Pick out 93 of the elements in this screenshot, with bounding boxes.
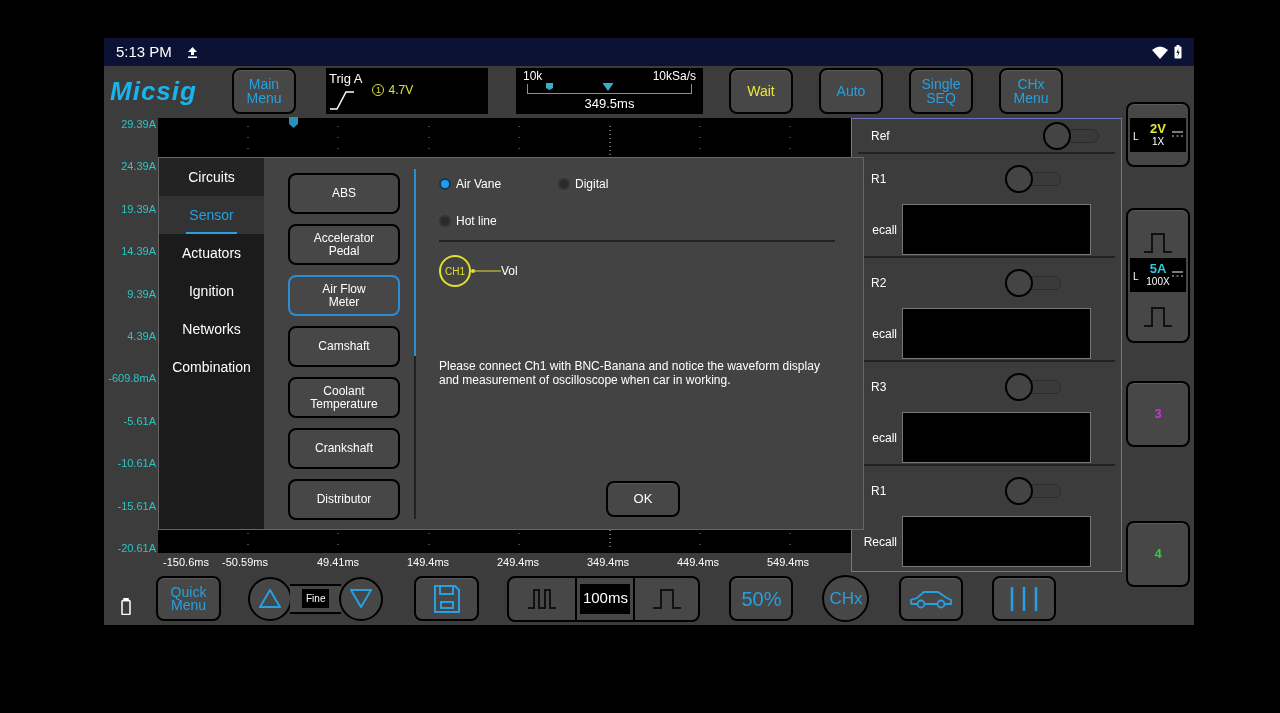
sample-rate: 10kSa/s xyxy=(652,69,696,83)
y-axis-label: 4.39A xyxy=(127,329,156,342)
slot-toggle[interactable] xyxy=(1005,269,1063,297)
category-item[interactable]: Networks xyxy=(159,310,264,348)
x-axis-label: -50.59ms xyxy=(221,555,269,571)
coupling-label: L xyxy=(1133,270,1139,284)
sensor-button[interactable]: Accelerator Pedal xyxy=(288,224,400,265)
y-axis-label: 24.39A xyxy=(121,160,156,173)
x-axis-label: -150.6ms xyxy=(162,555,210,571)
vehicle-button[interactable] xyxy=(899,576,964,621)
reference-slot-label: R1 xyxy=(871,483,888,500)
sensor-button[interactable]: Distributor xyxy=(288,479,400,520)
down-triangle-icon xyxy=(350,589,373,608)
recall-label: ecall xyxy=(872,429,897,447)
x-axis-label: 49.41ms xyxy=(315,555,361,571)
clock: 5:13 PM xyxy=(116,41,172,62)
category-item[interactable]: Circuits xyxy=(159,158,264,196)
category-item[interactable]: Combination xyxy=(159,348,264,386)
x-axis-label: 249.4ms xyxy=(495,555,541,571)
mode-radio[interactable]: Air Vane xyxy=(439,175,558,193)
time-per-division: 100ms xyxy=(580,583,631,614)
y-axis-label: 14.39A xyxy=(121,245,156,258)
probe-ratio: 100X xyxy=(1146,276,1170,288)
category-item[interactable]: Actuators xyxy=(159,234,264,272)
sensor-button[interactable]: ABS xyxy=(288,173,400,214)
trigger-marker-icon xyxy=(546,83,553,90)
y-axis-label: -20.61A xyxy=(117,541,156,554)
x-axis-label: 549.4ms xyxy=(765,555,811,571)
reference-slot-label: R2 xyxy=(871,275,888,292)
recall-label: Recall xyxy=(863,533,897,551)
y-axis-label: 29.39A xyxy=(121,118,156,130)
y-axis-label: -609.8mA xyxy=(108,372,156,385)
recall-label: ecall xyxy=(872,221,897,239)
channel-scale: 5A xyxy=(1149,262,1167,276)
toolbar-button[interactable]: Wait xyxy=(729,68,793,114)
y-axis-label: -5.61A xyxy=(123,414,156,427)
x-axis-label: 449.4ms xyxy=(675,555,721,571)
category-item[interactable]: Ignition xyxy=(159,272,264,310)
save-button[interactable] xyxy=(414,576,480,621)
y-axis-label: -10.61A xyxy=(117,457,156,470)
slot-toggle[interactable] xyxy=(1005,373,1063,401)
logo: Micsig xyxy=(110,74,197,108)
pulse-icon xyxy=(651,587,682,610)
dc-coupling-icon xyxy=(1172,271,1183,277)
instruction-text: Please connect Ch1 with BNC-Banana and notice the waveform display and measurement of oscilloscope when car in working. xyxy=(439,359,821,387)
rising-edge-icon xyxy=(329,90,355,110)
channel-button[interactable]: 4 xyxy=(1126,521,1190,587)
channel-number: 4 xyxy=(1154,545,1162,564)
sensor-button[interactable]: Camshaft xyxy=(288,326,400,367)
reference-slot-label: R3 xyxy=(871,379,888,396)
slot-toggle[interactable] xyxy=(1005,477,1063,505)
memory-position: 349.5ms xyxy=(584,96,635,111)
pulse-down-icon xyxy=(1143,305,1173,328)
selected-underline xyxy=(186,232,237,234)
mode-radio[interactable]: Hot line xyxy=(439,212,558,230)
upload-icon xyxy=(187,46,197,58)
reference-toggle[interactable] xyxy=(1043,121,1101,150)
slot-toggle[interactable] xyxy=(1005,165,1063,193)
ok-button[interactable]: OK xyxy=(606,481,680,517)
category-item[interactable]: Sensor xyxy=(159,196,264,234)
sensor-button[interactable]: Crankshaft xyxy=(288,428,400,469)
sensor-button[interactable]: Air Flow Meter xyxy=(288,275,400,316)
bars-button[interactable] xyxy=(992,576,1057,621)
car-icon xyxy=(909,588,954,609)
y-axis-label: 9.39A xyxy=(127,287,156,300)
dc-coupling-icon xyxy=(1172,131,1183,137)
trigger-voltage: 4.7V xyxy=(388,84,414,97)
probe-ratio: 1X xyxy=(1151,136,1165,148)
probe-connection-drawing: CH1 Vol xyxy=(439,255,518,287)
up-triangle-icon xyxy=(259,589,281,608)
battery-icon xyxy=(1174,45,1182,59)
pulse-up-icon xyxy=(1143,232,1173,254)
x-axis-label: 149.4ms xyxy=(405,555,451,571)
channel-number: 3 xyxy=(1154,405,1162,424)
trigger-label: Trig A xyxy=(329,72,363,86)
memory-depth: 10k xyxy=(523,69,543,83)
up-button[interactable] xyxy=(248,576,292,621)
mode-radio[interactable]: Digital xyxy=(558,175,835,193)
x-axis-label: 349.4ms xyxy=(585,555,631,571)
sensor-button[interactable]: Coolant Temperature xyxy=(288,377,400,418)
y-axis-label: 19.39A xyxy=(121,202,156,215)
wifi-icon xyxy=(1152,45,1168,59)
recall-label: ecall xyxy=(872,325,897,343)
reference-slot-label: R1 xyxy=(871,171,888,188)
save-icon xyxy=(432,583,461,614)
coupling-label: L xyxy=(1133,130,1139,144)
trigger-position-icon xyxy=(289,117,298,128)
reference-title: Ref xyxy=(871,127,890,145)
battery-icon xyxy=(121,598,131,615)
channel-scale: 2V xyxy=(1150,122,1166,136)
y-axis-label: -15.61A xyxy=(117,499,156,512)
pulse-train-icon xyxy=(527,587,558,610)
fine-label: Fine xyxy=(302,589,330,608)
